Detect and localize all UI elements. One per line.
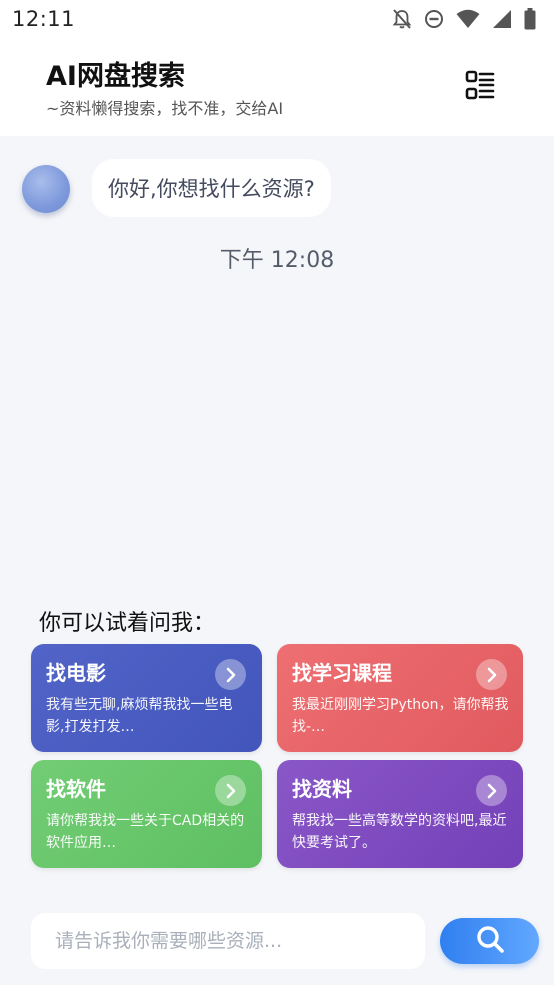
suggestions-title: 你可以试着问我：	[39, 611, 216, 636]
suggestion-card-material[interactable]: 找资料 帮我找一些高等数学的资料吧,最近快要考试了。	[277, 760, 523, 868]
battery-icon	[524, 8, 536, 30]
signal-icon	[492, 9, 512, 29]
card-description: 请你帮我找一些关于CAD相关的软件应用…	[46, 813, 245, 851]
card-title: 找软件	[46, 777, 106, 801]
search-input[interactable]	[31, 913, 425, 969]
status-icons	[392, 8, 536, 30]
bot-avatar	[22, 165, 70, 213]
suggestion-card-movie[interactable]: 找电影 我有些无聊,麻烦帮我找一些电影,打发打发…	[31, 644, 262, 752]
suggestion-card-course[interactable]: 找学习课程 我最近刚刚学习Python，请你帮我找-…	[277, 644, 523, 752]
bot-message-bubble: 你好,你想找什么资源?	[92, 159, 331, 217]
app-title: AI网盘搜索	[46, 61, 185, 92]
card-title: 找学习课程	[292, 661, 392, 685]
do-not-disturb-icon	[424, 9, 444, 29]
chevron-right-icon	[476, 659, 507, 690]
chevron-right-icon	[215, 659, 246, 690]
card-title: 找电影	[46, 661, 106, 685]
wifi-icon	[456, 9, 480, 29]
status-bar: 12:11	[0, 0, 554, 38]
app-header: AI网盘搜索 ~资料懒得搜索，找不准，交给AI	[0, 38, 554, 136]
suggestion-card-software[interactable]: 找软件 请你帮我找一些关于CAD相关的软件应用…	[31, 760, 262, 868]
menu-button[interactable]	[462, 70, 498, 104]
card-title: 找资料	[292, 777, 352, 801]
search-button[interactable]	[440, 918, 539, 964]
search-field-container	[31, 913, 425, 969]
chevron-right-icon	[215, 775, 246, 806]
notifications-off-icon	[392, 8, 412, 30]
chevron-right-icon	[476, 775, 507, 806]
message-timestamp: 下午 12:08	[219, 248, 335, 273]
card-description: 帮我找一些高等数学的资料吧,最近快要考试了。	[292, 813, 507, 851]
card-description: 我有些无聊,麻烦帮我找一些电影,打发打发…	[46, 697, 233, 735]
search-icon	[475, 924, 505, 958]
list-menu-icon	[465, 70, 495, 104]
chat-area[interactable]: 你好,你想找什么资源? 下午 12:08	[0, 136, 554, 596]
card-description: 我最近刚刚学习Python，请你帮我找-…	[292, 697, 509, 735]
app-subtitle: ~资料懒得搜索，找不准，交给AI	[46, 99, 284, 118]
status-time: 12:11	[12, 7, 76, 31]
